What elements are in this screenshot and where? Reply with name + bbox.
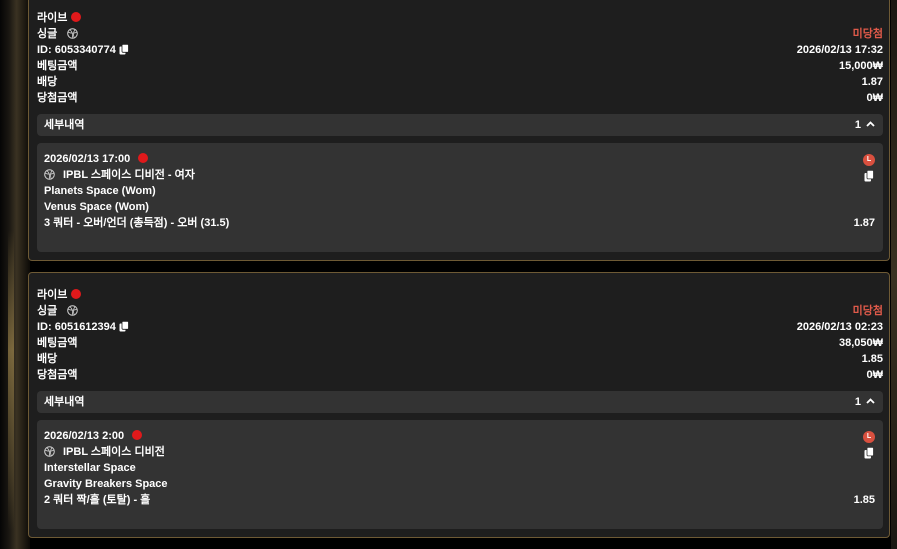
basketball-icon xyxy=(67,27,79,39)
id-row: ID: 6053340774 2026/02/13 17:32 xyxy=(37,42,883,58)
home-team-row: Planets Space (Wom) xyxy=(44,183,875,199)
background-decoration-right xyxy=(891,0,897,549)
bet-card: 라이브 싱글 미당첨 ID: 6051612394 2026/02/13 02:… xyxy=(28,272,890,538)
live-label: 라이브 xyxy=(37,12,68,24)
type-status-row: 싱글 미당첨 xyxy=(37,26,883,42)
type-status-row: 싱글 미당첨 xyxy=(37,303,883,319)
selection-odds: 1.87 xyxy=(853,217,875,229)
copy-icon[interactable] xyxy=(864,447,874,459)
market-selection: 2 쿼터 짝/홀 (토탈) - 홀 xyxy=(44,494,151,506)
bet-status: 미당첨 xyxy=(852,305,883,317)
odds-value: 1.87 xyxy=(861,76,883,88)
market-selection: 3 쿼터 - 오버/언더 (총득점) - 오버 (31.5) xyxy=(44,217,230,229)
bet-datetime: 2026/02/13 17:32 xyxy=(796,44,883,56)
details-label: 세부내역 xyxy=(44,396,85,408)
details-count: 1 xyxy=(854,119,861,131)
id-row: ID: 6051612394 2026/02/13 02:23 xyxy=(37,319,883,335)
league-row: IPBL 스페이스 디비전 - 여자 xyxy=(44,167,875,183)
away-team-row: Gravity Breakers Space xyxy=(44,476,875,492)
chevron-up-icon xyxy=(866,121,875,127)
win-amount-value: 0₩ xyxy=(866,92,884,104)
win-amount-row: 당첨금액 0₩ xyxy=(37,367,883,383)
bet-amount-value: 38,050₩ xyxy=(838,337,883,349)
live-label: 라이브 xyxy=(37,289,68,301)
selection-box: 2026/02/13 2:00 L IPBL 스페이스 디비전 Interste… xyxy=(37,420,883,529)
bet-amount-row: 베팅금액 15,000₩ xyxy=(37,58,883,74)
background-decoration-left xyxy=(0,0,30,549)
bet-status: 미당첨 xyxy=(852,28,883,40)
home-team: Planets Space (Wom) xyxy=(44,185,156,197)
odds-label: 배당 xyxy=(37,353,58,365)
away-team: Gravity Breakers Space xyxy=(44,478,168,490)
bet-amount-label: 베팅금액 xyxy=(37,60,78,72)
bet-amount-value: 15,000₩ xyxy=(838,60,883,72)
live-dot-icon xyxy=(71,12,82,23)
live-row: 라이브 xyxy=(37,287,883,303)
win-amount-label: 당첨금액 xyxy=(37,369,78,381)
league-name: IPBL 스페이스 디비전 xyxy=(63,446,165,458)
live-badge-icon: L xyxy=(863,431,875,443)
bet-type-label: 싱글 xyxy=(37,305,58,317)
copy-icon[interactable] xyxy=(119,43,129,55)
away-team: Venus Space (Wom) xyxy=(44,201,149,213)
league-name: IPBL 스페이스 디비전 - 여자 xyxy=(63,169,195,181)
home-team-row: Interstellar Space xyxy=(44,460,875,476)
bet-datetime: 2026/02/13 02:23 xyxy=(796,321,883,333)
selection-odds: 1.85 xyxy=(853,494,875,506)
basketball-icon xyxy=(44,168,55,180)
basketball-icon xyxy=(44,445,55,457)
chevron-up-icon xyxy=(866,398,875,404)
bet-card: 라이브 싱글 미당첨 ID: 6053340774 2026/02/13 17:… xyxy=(28,0,890,261)
live-dot-icon xyxy=(71,289,82,300)
details-count: 1 xyxy=(854,396,861,408)
odds-label: 배당 xyxy=(37,76,58,88)
live-dot-icon xyxy=(132,430,143,441)
odds-row: 배당 1.85 xyxy=(37,351,883,367)
match-time: 2026/02/13 2:00 xyxy=(44,430,125,442)
copy-icon[interactable] xyxy=(864,170,874,182)
copy-icon[interactable] xyxy=(119,320,129,332)
details-toggle[interactable]: 세부내역 1 xyxy=(37,114,883,136)
selection-box: 2026/02/13 17:00 L IPBL 스페이스 디비전 - 여자 Pl… xyxy=(37,143,883,252)
odds-value: 1.85 xyxy=(861,353,883,365)
odds-row: 배당 1.87 xyxy=(37,74,883,90)
home-team: Interstellar Space xyxy=(44,462,136,474)
match-time-row: 2026/02/13 17:00 xyxy=(44,151,875,167)
match-time-row: 2026/02/13 2:00 xyxy=(44,428,875,444)
basketball-icon xyxy=(67,304,79,316)
win-amount-value: 0₩ xyxy=(866,369,884,381)
win-amount-row: 당첨금액 0₩ xyxy=(37,90,883,106)
bet-type-label: 싱글 xyxy=(37,28,58,40)
details-label: 세부내역 xyxy=(44,119,85,131)
bet-id: ID: 6051612394 xyxy=(37,321,116,333)
league-row: IPBL 스페이스 디비전 xyxy=(44,444,875,460)
details-toggle[interactable]: 세부내역 1 xyxy=(37,391,883,413)
bet-amount-row: 베팅금액 38,050₩ xyxy=(37,335,883,351)
bet-amount-label: 베팅금액 xyxy=(37,337,78,349)
away-team-row: Venus Space (Wom) xyxy=(44,199,875,215)
live-dot-icon xyxy=(138,153,149,164)
live-badge-icon: L xyxy=(863,154,875,166)
win-amount-label: 당첨금액 xyxy=(37,92,78,104)
bet-id: ID: 6053340774 xyxy=(37,44,116,56)
market-row: 2 쿼터 짝/홀 (토탈) - 홀 1.85 xyxy=(44,492,875,508)
market-row: 3 쿼터 - 오버/언더 (총득점) - 오버 (31.5) 1.87 xyxy=(44,215,875,231)
live-row: 라이브 xyxy=(37,10,883,26)
match-time: 2026/02/13 17:00 xyxy=(44,153,131,165)
